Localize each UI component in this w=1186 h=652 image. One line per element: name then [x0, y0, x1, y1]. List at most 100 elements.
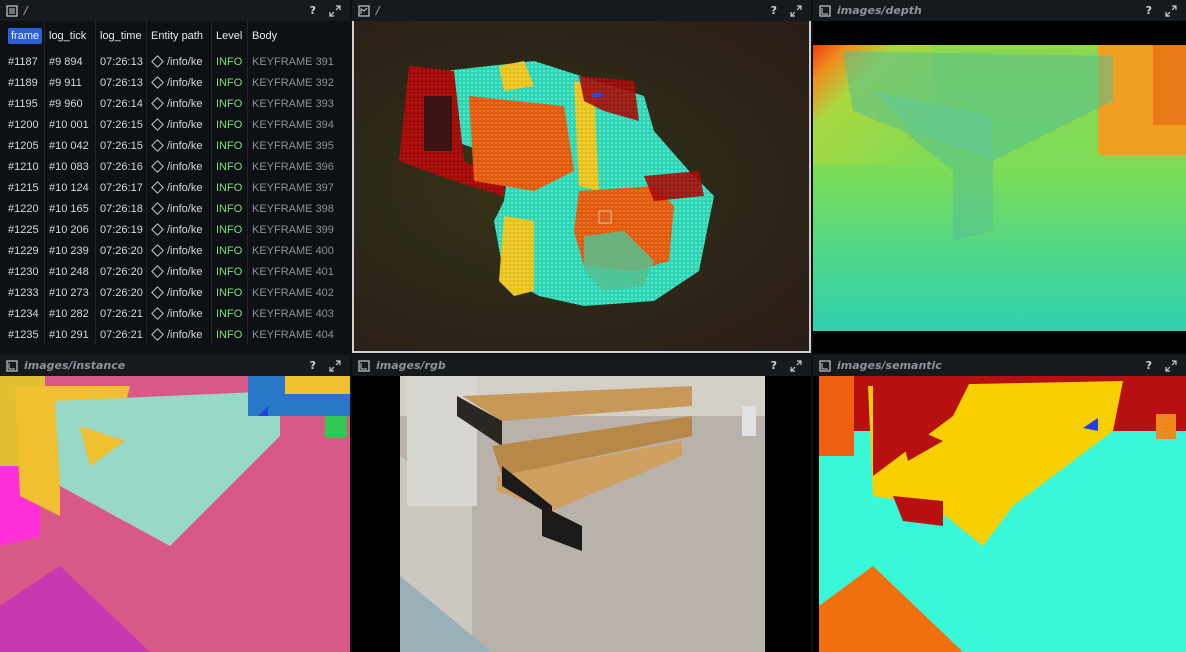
column-header-frame[interactable]: frame	[4, 21, 45, 51]
table-row[interactable]: #1229 #10 239 07:26:20/info/ke INFO KEYFRAME…	[4, 240, 346, 261]
entity-diamond-icon	[151, 76, 164, 89]
rgb-panel-header: images/rgb ?	[352, 355, 811, 376]
table-row[interactable]: #1195 #9 960 07:26:14/info/ke INFO KEYFRAME …	[4, 93, 346, 114]
help-button[interactable]: ?	[1146, 4, 1152, 17]
rgb-image-viewport[interactable]	[352, 376, 811, 652]
help-button[interactable]: ?	[1146, 359, 1152, 372]
entity-path-text: /info/ke	[167, 244, 203, 257]
image-view-icon[interactable]	[819, 359, 831, 372]
instance-image-viewport[interactable]	[0, 376, 350, 652]
cell-log-time: 07:26:14	[95, 93, 147, 114]
maximize-icon[interactable]	[328, 4, 342, 18]
column-header-level[interactable]: Level	[211, 21, 248, 51]
image-view-icon[interactable]	[819, 4, 831, 17]
image-view-icon[interactable]	[358, 359, 370, 372]
table-row[interactable]: #1189 #9 911 07:26:13/info/ke INFO KEYFRAME …	[4, 72, 346, 93]
cell-frame: #1210	[4, 156, 45, 177]
table-row[interactable]: #1205 #10 042 07:26:15/info/ke INFO KEYFRAME…	[4, 135, 346, 156]
cell-body: KEYFRAME 404	[252, 328, 334, 341]
depth-image-viewport[interactable]	[813, 21, 1186, 353]
semantic-image-panel: images/semantic ?	[813, 355, 1186, 652]
semantic-panel-header: images/semantic ?	[813, 355, 1186, 376]
help-button[interactable]: ?	[771, 4, 777, 17]
log-table-container[interactable]: frame log_tick log_time Entity path Leve…	[4, 21, 350, 353]
spatial-3d-viewport[interactable]	[352, 21, 811, 353]
entity-diamond-icon	[151, 160, 164, 173]
cell-frame: #1230	[4, 261, 45, 282]
cell-level: INFO	[211, 93, 248, 114]
entity-path-text: /info/ke	[167, 97, 203, 110]
entity-path-text: /info/ke	[167, 286, 203, 299]
entity-diamond-icon	[151, 97, 164, 110]
cell-log-tick: #10 001	[44, 114, 96, 135]
table-row[interactable]: #1220 #10 165 07:26:18/info/ke INFO KEYFRAME…	[4, 198, 346, 219]
table-row[interactable]: #1225 #10 206 07:26:19/info/ke INFO KEYFRAME…	[4, 219, 346, 240]
cell-frame: #1229	[4, 240, 45, 261]
instance-panel-title: images/instance	[24, 359, 126, 372]
3d-view-icon[interactable]	[358, 4, 370, 17]
cell-level: INFO	[211, 198, 248, 219]
cell-frame: #1215	[4, 177, 45, 198]
maximize-icon[interactable]	[789, 359, 803, 373]
table-row[interactable]: #1234 #10 282 07:26:21/info/ke INFO KEYFRAME…	[4, 303, 346, 324]
semantic-image	[813, 376, 1186, 652]
cell-level: INFO	[211, 72, 248, 93]
maximize-icon[interactable]	[328, 359, 342, 373]
column-header-log-time[interactable]: log_time	[95, 21, 147, 51]
column-header-body[interactable]: Body	[248, 21, 347, 51]
cell-level: INFO	[211, 303, 248, 324]
rgb-image	[352, 376, 811, 652]
image-view-icon[interactable]	[6, 359, 18, 372]
maximize-icon[interactable]	[1164, 4, 1178, 18]
entity-diamond-icon	[151, 307, 164, 320]
table-row[interactable]: #1233 #10 273 07:26:20/info/ke INFO KEYFRAME…	[4, 282, 346, 303]
cell-log-tick: #10 273	[44, 282, 96, 303]
log-view-panel: / ? frame log_tick log_time Entity path …	[0, 0, 350, 353]
table-row[interactable]: #1230 #10 248 07:26:20/info/ke INFO KEYFRAME…	[4, 261, 346, 282]
cell-body: KEYFRAME 396	[252, 160, 334, 173]
entity-diamond-icon	[151, 244, 164, 257]
entity-diamond-icon	[151, 202, 164, 215]
spatial-panel-title: /	[376, 4, 381, 17]
table-row[interactable]: #1210 #10 083 07:26:16/info/ke INFO KEYFRAME…	[4, 156, 346, 177]
cell-body: KEYFRAME 393	[252, 97, 334, 110]
table-row[interactable]: #1200 #10 001 07:26:15/info/ke INFO KEYFRAME…	[4, 114, 346, 135]
spatial-3d-panel: / ?	[352, 0, 811, 353]
depth-panel-title: images/depth	[837, 4, 922, 17]
entity-path-text: /info/ke	[167, 76, 203, 89]
cell-body: KEYFRAME 391	[252, 55, 334, 68]
cell-body: KEYFRAME 399	[252, 223, 334, 236]
cell-body: KEYFRAME 402	[252, 286, 334, 299]
cell-log-tick: #10 042	[44, 135, 96, 156]
cell-frame: #1233	[4, 282, 45, 303]
cell-level: INFO	[211, 219, 248, 240]
help-button[interactable]: ?	[310, 359, 316, 372]
text-log-icon[interactable]	[6, 4, 18, 17]
help-button[interactable]: ?	[310, 4, 316, 17]
cell-frame: #1205	[4, 135, 45, 156]
column-header-entity-path[interactable]: Entity path	[146, 21, 212, 51]
column-header-log-tick[interactable]: log_tick	[44, 21, 96, 51]
entity-diamond-icon	[151, 286, 164, 299]
cell-body: KEYFRAME 398	[252, 202, 334, 215]
entity-path-text: /info/ke	[167, 55, 203, 68]
cell-body: KEYFRAME 397	[252, 181, 334, 194]
table-row[interactable]: #1215 #10 124 07:26:17/info/ke INFO KEYFRAME…	[4, 177, 346, 198]
entity-diamond-icon	[151, 223, 164, 236]
cell-log-tick: #10 124	[44, 177, 96, 198]
entity-path-text: /info/ke	[167, 307, 203, 320]
maximize-icon[interactable]	[789, 4, 803, 18]
help-button[interactable]: ?	[771, 359, 777, 372]
cell-entity-path: /info/ke	[146, 324, 212, 345]
entity-path-text: /info/ke	[167, 118, 203, 131]
cell-log-tick: #10 165	[44, 198, 96, 219]
cell-log-time: 07:26:20	[95, 282, 147, 303]
maximize-icon[interactable]	[1164, 359, 1178, 373]
cell-log-time: 07:26:17	[95, 177, 147, 198]
depth-panel-header: images/depth ?	[813, 0, 1186, 21]
entity-diamond-icon	[151, 118, 164, 131]
semantic-image-viewport[interactable]	[813, 376, 1186, 652]
cell-body: KEYFRAME 395	[252, 139, 334, 152]
table-row[interactable]: #1235 #10 291 07:26:21/info/ke INFO KEYFRAME…	[4, 324, 346, 345]
table-row[interactable]: #1187 #9 894 07:26:13/info/ke INFO KEYFRAME …	[4, 51, 346, 72]
